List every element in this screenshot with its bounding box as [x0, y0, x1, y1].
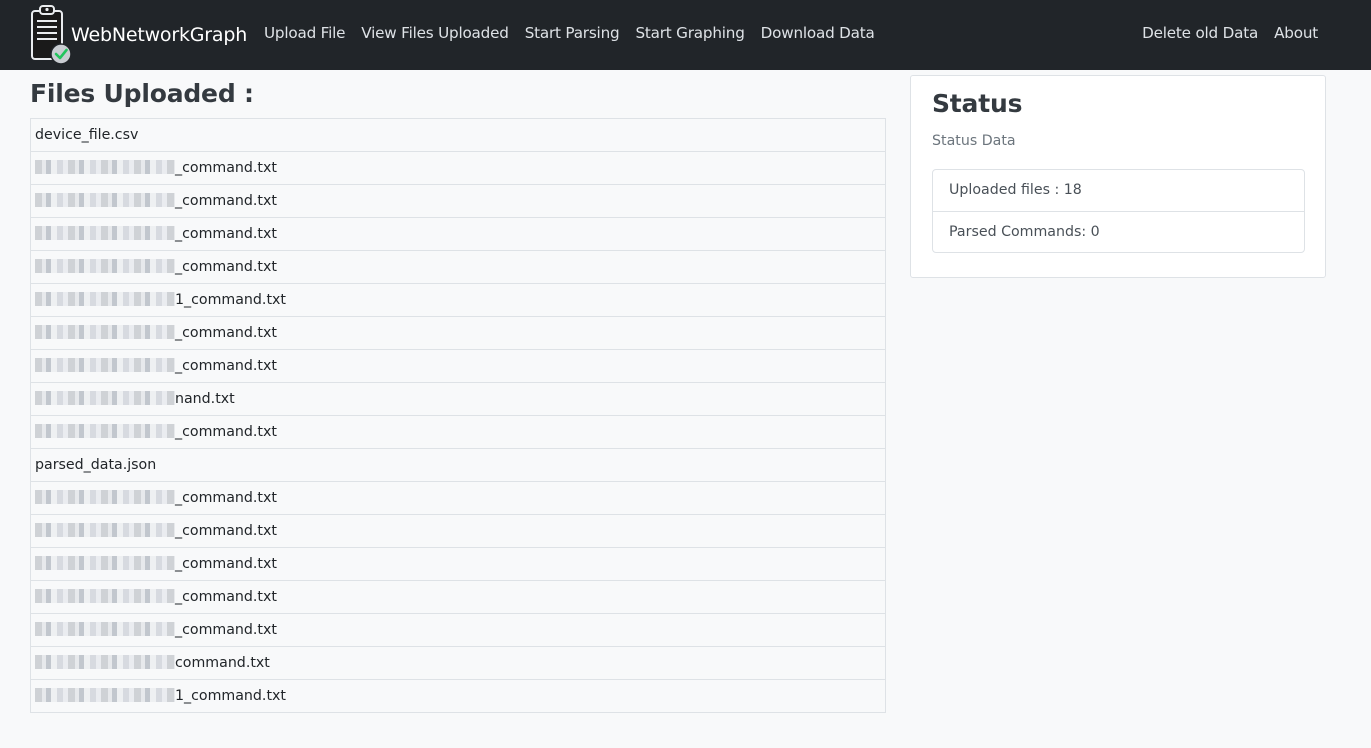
- file-row: _command.txt: [30, 151, 886, 185]
- file-name: _command.txt: [175, 589, 277, 605]
- redacted-filename-prefix: [35, 424, 175, 438]
- file-name-cell: command.txt: [30, 646, 886, 680]
- redacted-filename-prefix: [35, 655, 175, 669]
- file-row: 1_command.txt: [30, 283, 886, 317]
- top-navbar: WebNetworkGraph Upload File View Files U…: [0, 0, 1371, 70]
- nav-main-links: Upload File View Files Uploaded Start Pa…: [256, 22, 883, 44]
- file-name-cell: _command.txt: [30, 349, 886, 383]
- clipboard-check-icon: [31, 5, 72, 65]
- file-name: device_file.csv: [35, 127, 139, 143]
- file-name: _command.txt: [175, 622, 277, 638]
- file-name-cell: _command.txt: [30, 415, 886, 449]
- redacted-filename-prefix: [35, 490, 175, 504]
- file-name: _command.txt: [175, 160, 277, 176]
- file-row: _command.txt: [30, 613, 886, 647]
- file-name-cell: _command.txt: [30, 250, 886, 284]
- file-name-cell: device_file.csv: [31, 119, 886, 152]
- status-parsed-commands: Parsed Commands: 0: [933, 211, 1304, 252]
- file-name: _command.txt: [175, 325, 277, 341]
- file-name: 1_command.txt: [175, 688, 286, 704]
- redacted-filename-prefix: [35, 325, 175, 339]
- file-name: _command.txt: [175, 259, 277, 275]
- file-name-cell: _command.txt: [30, 184, 886, 218]
- redacted-filename-prefix: [35, 622, 175, 636]
- redacted-filename-prefix: [35, 688, 175, 702]
- redacted-filename-prefix: [35, 358, 175, 372]
- nav-about[interactable]: About: [1266, 22, 1326, 44]
- file-row: _command.txt: [30, 481, 886, 515]
- nav-upload-file[interactable]: Upload File: [256, 22, 353, 44]
- file-row: _command.txt: [30, 580, 886, 614]
- redacted-filename-prefix: [35, 292, 175, 306]
- file-name-cell: _command.txt: [30, 547, 886, 581]
- brand-name: WebNetworkGraph: [71, 24, 248, 46]
- file-name: _command.txt: [175, 226, 277, 242]
- redacted-filename-prefix: [35, 160, 175, 174]
- status-title: Status: [932, 89, 1023, 118]
- file-name-cell: 1_command.txt: [30, 679, 886, 713]
- file-name-cell: _command.txt: [30, 316, 886, 350]
- status-list: Uploaded files : 18 Parsed Commands: 0: [932, 169, 1305, 253]
- files-table: device_file.csv _command.txt _command.txt _…: [30, 118, 886, 713]
- file-row: _command.txt: [30, 415, 886, 449]
- file-row: command.txt: [30, 646, 886, 680]
- files-section: Files Uploaded : device_file.csv _command…: [30, 70, 910, 713]
- file-name-cell: _command.txt: [30, 151, 886, 185]
- status-uploaded-files: Uploaded files : 18: [933, 170, 1304, 211]
- file-name-cell: _command.txt: [30, 580, 886, 614]
- nav-delete-old-data[interactable]: Delete old Data: [1134, 22, 1266, 44]
- file-name: _command.txt: [175, 358, 277, 374]
- status-card: Status Status Data Uploaded files : 18 P…: [910, 75, 1326, 278]
- file-row: _command.txt: [30, 184, 886, 218]
- file-name-cell: 1_command.txt: [30, 283, 886, 317]
- file-row: device_file.csv: [31, 119, 886, 152]
- file-row: _command.txt: [30, 316, 886, 350]
- file-name: 1_command.txt: [175, 292, 286, 308]
- brand-link[interactable]: WebNetworkGraph: [28, 2, 247, 66]
- file-name: _command.txt: [175, 193, 277, 209]
- redacted-filename-prefix: [35, 556, 175, 570]
- nav-secondary-links: Delete old Data About: [1134, 22, 1326, 44]
- file-name-cell: parsed_data.json: [30, 448, 886, 482]
- redacted-filename-prefix: [35, 589, 175, 603]
- status-uploaded-files-text: Uploaded files : 18: [949, 182, 1082, 198]
- file-name-cell: _command.txt: [30, 514, 886, 548]
- redacted-filename-prefix: [35, 523, 175, 537]
- file-name-cell: _command.txt: [30, 613, 886, 647]
- redacted-filename-prefix: [35, 259, 175, 273]
- file-name: parsed_data.json: [35, 457, 157, 473]
- file-row: parsed_data.json: [30, 448, 886, 482]
- redacted-filename-prefix: [35, 391, 175, 405]
- file-name-cell: _command.txt: [30, 481, 886, 515]
- file-row: nand.txt: [30, 382, 886, 416]
- file-row: _command.txt: [30, 514, 886, 548]
- file-name-cell: nand.txt: [30, 382, 886, 416]
- file-row: _command.txt: [30, 250, 886, 284]
- nav-view-files-uploaded[interactable]: View Files Uploaded: [353, 22, 516, 44]
- status-subtitle: Status Data: [932, 133, 1016, 149]
- file-name: _command.txt: [175, 556, 277, 572]
- nav-download-data[interactable]: Download Data: [753, 22, 883, 44]
- file-name: _command.txt: [175, 523, 277, 539]
- file-row: 1_command.txt: [30, 679, 886, 713]
- file-name: _command.txt: [175, 490, 277, 506]
- file-row: _command.txt: [30, 349, 886, 383]
- file-name: _command.txt: [175, 424, 277, 440]
- nav-start-graphing[interactable]: Start Graphing: [627, 22, 752, 44]
- file-name-cell: _command.txt: [30, 217, 886, 251]
- redacted-filename-prefix: [35, 193, 175, 207]
- file-row: _command.txt: [30, 217, 886, 251]
- file-name: nand.txt: [175, 391, 235, 407]
- file-name: command.txt: [175, 655, 270, 671]
- file-row: _command.txt: [30, 547, 886, 581]
- page-title: Files Uploaded :: [30, 79, 254, 108]
- status-parsed-commands-text: Parsed Commands: 0: [949, 224, 1100, 240]
- redacted-filename-prefix: [35, 226, 175, 240]
- nav-start-parsing[interactable]: Start Parsing: [517, 22, 628, 44]
